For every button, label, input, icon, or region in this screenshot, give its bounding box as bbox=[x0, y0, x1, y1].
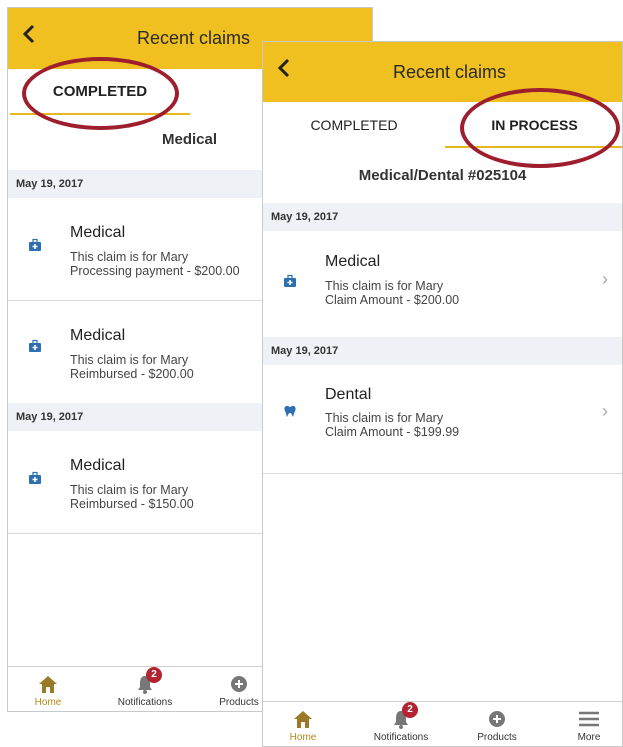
page-title: Recent claims bbox=[393, 62, 507, 82]
claim-item[interactable]: Dental This claim is for Mary Claim Amou… bbox=[263, 365, 622, 474]
nav-notifications[interactable]: 2 Notifications bbox=[361, 702, 441, 743]
tab-completed[interactable]: COMPLETED bbox=[10, 69, 190, 115]
bottom-nav: Home 2 Notifications Products More bbox=[263, 701, 622, 746]
app-header: Recent claims bbox=[263, 42, 622, 102]
chevron-right-icon: › bbox=[602, 269, 608, 289]
tab-in-process[interactable]: IN PROCESS bbox=[445, 102, 622, 148]
claim-amount: Claim Amount - $199.99 bbox=[325, 425, 460, 439]
nav-more[interactable]: More bbox=[557, 708, 621, 743]
claim-patient: This claim is for Mary bbox=[70, 483, 189, 497]
medical-kit-icon bbox=[29, 471, 41, 484]
claim-patient: This claim is for Mary bbox=[70, 250, 189, 264]
nav-home[interactable]: Home bbox=[263, 708, 343, 743]
claim-patient: This claim is for Mary bbox=[70, 353, 189, 367]
back-button[interactable] bbox=[277, 58, 291, 83]
claim-type: Medical bbox=[70, 327, 126, 344]
home-icon bbox=[39, 676, 57, 693]
nav-notifications[interactable]: 2 Notifications bbox=[105, 667, 185, 708]
medical-kit-icon bbox=[284, 274, 296, 287]
notification-badge: 2 bbox=[146, 667, 162, 683]
chevron-left-icon bbox=[22, 24, 35, 44]
page-title: Recent claims bbox=[137, 28, 251, 48]
notification-badge: 2 bbox=[402, 702, 418, 718]
claims-subtitle: Medical/Dental #025104 bbox=[358, 167, 527, 184]
claim-type: Medical bbox=[70, 457, 126, 474]
tab-completed[interactable]: COMPLETED bbox=[263, 102, 445, 148]
claim-patient: This claim is for Mary bbox=[325, 279, 444, 293]
chevron-left-icon bbox=[277, 58, 290, 78]
medical-kit-icon bbox=[29, 339, 41, 352]
claim-item[interactable]: Medical This claim is for Mary Claim Amo… bbox=[263, 231, 622, 338]
claim-amount: Claim Amount - $200.00 bbox=[325, 293, 460, 307]
claim-type: Medical bbox=[70, 224, 126, 241]
hamburger-menu-icon bbox=[579, 711, 599, 727]
claim-type: Medical bbox=[325, 253, 381, 270]
claim-status: Reimbursed - $150.00 bbox=[70, 497, 194, 511]
plus-circle-icon bbox=[489, 711, 505, 727]
screen-in-process-claims: Recent claims COMPLETED IN PROCESS Medic… bbox=[262, 41, 623, 747]
nav-products[interactable]: Products bbox=[457, 708, 537, 743]
claim-patient: This claim is for Mary bbox=[325, 411, 444, 425]
claim-type: Dental bbox=[325, 386, 372, 403]
plus-circle-icon bbox=[231, 676, 247, 692]
back-button[interactable] bbox=[22, 24, 36, 49]
date-header: May 19, 2017 bbox=[263, 203, 622, 231]
claims-tabs: COMPLETED IN PROCESS bbox=[263, 102, 622, 148]
nav-home[interactable]: Home bbox=[8, 673, 88, 708]
claim-status: Reimbursed - $200.00 bbox=[70, 367, 194, 381]
claim-status: Processing payment - $200.00 bbox=[70, 264, 240, 278]
home-icon bbox=[294, 711, 312, 728]
medical-kit-icon bbox=[29, 238, 41, 251]
tooth-icon bbox=[284, 405, 296, 417]
date-header: May 19, 2017 bbox=[263, 337, 622, 365]
chevron-right-icon: › bbox=[602, 401, 608, 421]
